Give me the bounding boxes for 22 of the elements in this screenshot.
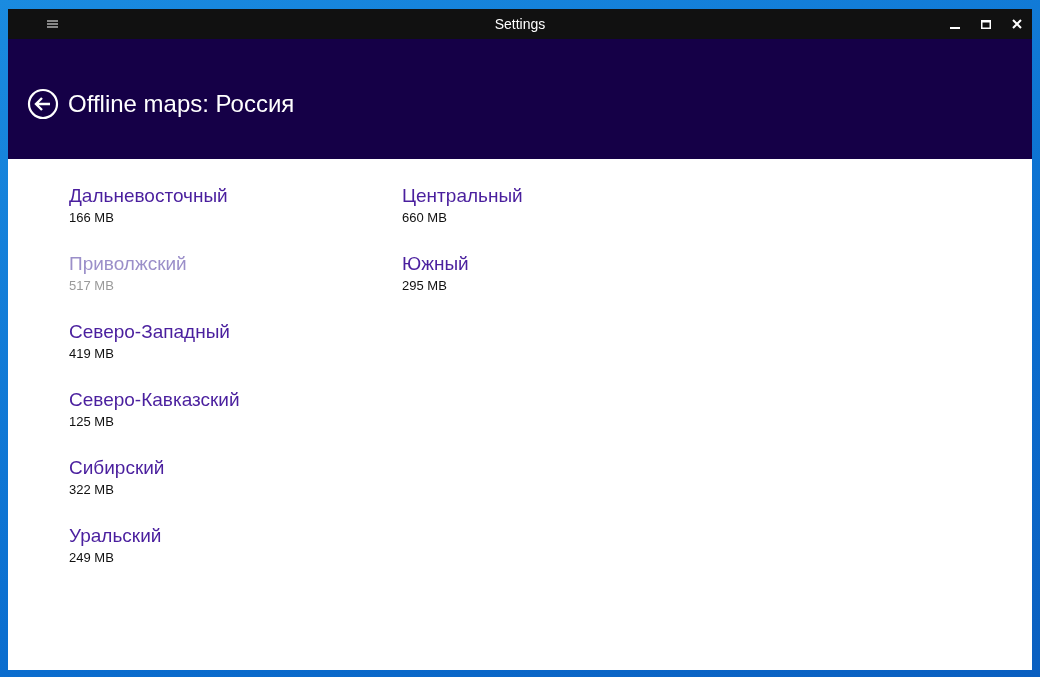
region-size: 295 MB [402, 278, 447, 293]
minimize-icon [949, 27, 960, 29]
page-title: Offline maps: Россия [68, 90, 295, 118]
region-size: 419 MB [69, 346, 114, 361]
region-size: 517 MB [69, 278, 114, 293]
region-link[interactable]: Сибирский [69, 457, 165, 479]
region-link[interactable]: Уральский [69, 525, 162, 547]
region-size: 125 MB [69, 414, 114, 429]
region-size: 166 MB [69, 210, 114, 225]
region-size: 322 MB [69, 482, 114, 497]
region-size: 660 MB [402, 210, 447, 225]
region-link[interactable]: Северо-Кавказский [69, 389, 240, 411]
window-title: Settings [494, 16, 546, 32]
close-icon [1011, 19, 1022, 29]
region-link[interactable]: Северо-Западный [69, 321, 230, 343]
region-link[interactable]: Центральный [402, 185, 523, 207]
region-link[interactable]: Дальневосточный [69, 185, 228, 207]
maximize-icon [980, 19, 991, 29]
region-size: 249 MB [69, 550, 114, 565]
menu-icon [46, 20, 58, 28]
region-link[interactable]: Южный [402, 253, 469, 275]
back-button[interactable] [27, 88, 59, 120]
